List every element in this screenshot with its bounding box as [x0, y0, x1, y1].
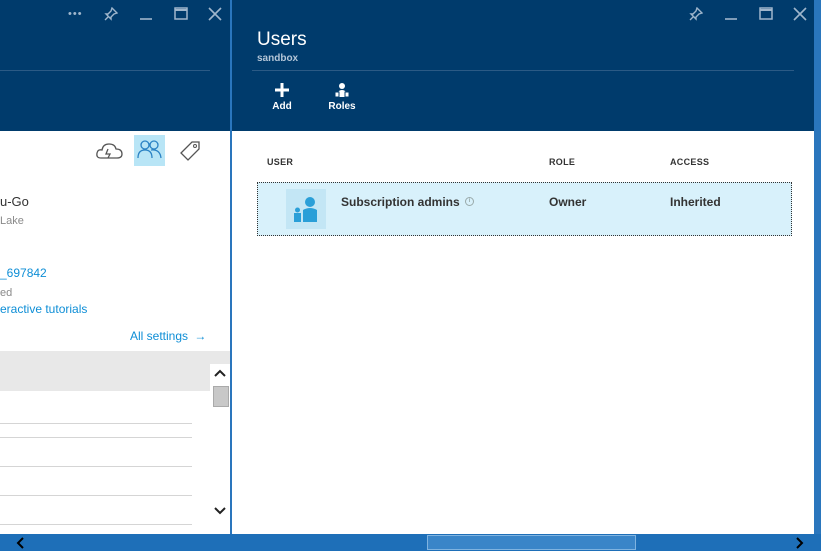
- scroll-right-icon[interactable]: [795, 537, 805, 549]
- blade-subtitle: sandbox: [257, 53, 299, 64]
- list-item[interactable]: [0, 495, 192, 496]
- list-item[interactable]: [0, 524, 192, 525]
- list-header-bar: [0, 351, 230, 391]
- plus-icon: [275, 83, 289, 97]
- cloud-icon[interactable]: [95, 140, 125, 162]
- table-row[interactable]: Subscription admins i Owner Inherited: [257, 182, 792, 236]
- scroll-up-icon[interactable]: [214, 368, 226, 378]
- group-avatar: [286, 189, 326, 229]
- left-window-controls: •••: [0, 0, 230, 30]
- arrow-right-icon: →: [194, 329, 207, 343]
- user-name-cell: Subscription admins i: [341, 195, 475, 209]
- scroll-left-icon[interactable]: [15, 537, 25, 549]
- user-name: Subscription admins: [341, 195, 460, 209]
- more-icon[interactable]: •••: [68, 6, 83, 22]
- maximize-icon[interactable]: [759, 7, 773, 21]
- pin-icon[interactable]: [689, 7, 703, 21]
- all-settings-link[interactable]: All settings →: [130, 329, 206, 343]
- header-divider: [0, 70, 210, 71]
- horizontal-scrollbar-thumb[interactable]: [427, 535, 636, 550]
- horizontal-scrollbar[interactable]: [0, 534, 821, 551]
- roles-icon: [334, 83, 350, 98]
- roles-button[interactable]: Roles: [325, 82, 359, 114]
- close-icon[interactable]: [208, 7, 222, 21]
- scrollbar-thumb[interactable]: [213, 386, 229, 407]
- access-cell: Inherited: [670, 195, 721, 209]
- tutorials-link[interactable]: eractive tutorials: [0, 302, 87, 316]
- maximize-icon[interactable]: [174, 7, 188, 21]
- users-toolbar-button[interactable]: [134, 135, 165, 166]
- add-button[interactable]: Add: [265, 82, 299, 114]
- column-header-user[interactable]: USER: [267, 157, 293, 167]
- roles-label: Roles: [328, 101, 356, 112]
- blade-title: Users: [257, 29, 307, 50]
- subscription-id-link[interactable]: _697842: [0, 266, 47, 280]
- list-item[interactable]: [0, 466, 192, 467]
- info-icon[interactable]: i: [465, 197, 475, 206]
- column-header-role[interactable]: ROLE: [549, 157, 575, 167]
- scroll-down-icon[interactable]: [214, 506, 226, 516]
- role-cell: Owner: [549, 195, 587, 209]
- right-edge: [814, 0, 821, 534]
- resource-name: u-Go: [0, 194, 29, 209]
- header-divider: [252, 70, 794, 71]
- users-icon: [137, 140, 162, 159]
- list-item[interactable]: [0, 423, 192, 424]
- minimize-icon[interactable]: [139, 7, 153, 21]
- column-header-access[interactable]: ACCESS: [670, 157, 709, 167]
- list-item[interactable]: [0, 437, 192, 438]
- pin-icon[interactable]: [104, 7, 118, 21]
- close-icon[interactable]: [793, 7, 807, 21]
- resource-location: Lake: [0, 215, 24, 227]
- minimize-icon[interactable]: [724, 7, 738, 21]
- right-window-controls: [680, 0, 814, 30]
- status-text: ed: [0, 287, 13, 299]
- tag-icon[interactable]: [178, 139, 202, 163]
- group-icon: [294, 197, 317, 222]
- vertical-scrollbar[interactable]: [210, 364, 230, 534]
- all-settings-label: All settings: [130, 329, 189, 343]
- add-label: Add: [272, 101, 292, 112]
